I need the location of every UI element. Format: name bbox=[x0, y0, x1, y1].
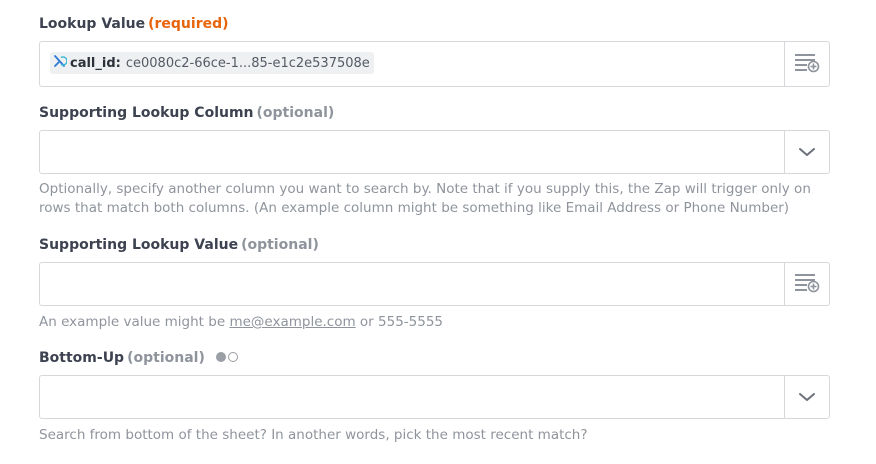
optional-tag: (optional) bbox=[241, 237, 319, 253]
optional-tag: (optional) bbox=[256, 105, 335, 121]
lookup-value-label: Lookup Value (required) bbox=[39, 14, 229, 34]
supporting-lookup-value-input[interactable] bbox=[39, 262, 830, 306]
example-email-link[interactable]: me@example.com bbox=[229, 314, 355, 330]
supporting-lookup-column-label: Supporting Lookup Column (optional) bbox=[39, 103, 334, 123]
optional-tag: (optional) bbox=[127, 350, 205, 366]
lookup-value-input[interactable]: call_id: ce0080c2-66ce-1...85-e1c2e53750… bbox=[39, 41, 830, 87]
toggle-on-dot bbox=[215, 352, 226, 362]
insert-data-button[interactable] bbox=[784, 263, 829, 305]
help-suffix-text: or 555-5555 bbox=[359, 314, 444, 330]
lookup-value-label-text: Lookup Value bbox=[39, 16, 146, 32]
help-prefix-text: An example value might be bbox=[39, 314, 226, 330]
bottom-up-label: Bottom-Up (optional) bbox=[39, 348, 238, 368]
dropdown-toggle-button[interactable] bbox=[784, 131, 829, 173]
zapier-step-icon bbox=[53, 54, 68, 72]
bottom-up-select[interactable] bbox=[39, 375, 830, 419]
insert-data-icon bbox=[794, 271, 820, 297]
call-id-pill[interactable]: call_id: ce0080c2-66ce-1...85-e1c2e53750… bbox=[50, 52, 374, 74]
insert-data-button[interactable] bbox=[784, 42, 829, 86]
supporting-lookup-column-help: Optionally, specify another column you w… bbox=[39, 181, 811, 216]
call-id-field-value: ce0080c2-66ce-1...85-e1c2e537508e bbox=[125, 55, 370, 71]
bottom-up-help: Search from bottom of the sheet? In anot… bbox=[39, 427, 588, 443]
chevron-down-icon bbox=[798, 388, 816, 407]
required-tag: (required) bbox=[148, 16, 229, 32]
supporting-lookup-column-select[interactable] bbox=[39, 130, 830, 174]
supporting-lookup-value-help: An example value might be me@example.com… bbox=[39, 313, 819, 332]
bottom-up-label-text: Bottom-Up bbox=[39, 350, 125, 366]
dropdown-toggle-button[interactable] bbox=[784, 376, 829, 418]
toggle-off-dot bbox=[227, 352, 238, 362]
supporting-lookup-column-label-text: Supporting Lookup Column bbox=[39, 105, 254, 121]
chevron-down-icon bbox=[798, 143, 816, 162]
call-id-field-name: call_id: bbox=[70, 55, 121, 71]
supporting-lookup-value-label: Supporting Lookup Value (optional) bbox=[39, 235, 319, 255]
insert-data-icon bbox=[794, 51, 820, 77]
boolean-toggle-icon[interactable] bbox=[215, 352, 238, 362]
supporting-lookup-value-label-text: Supporting Lookup Value bbox=[39, 237, 239, 253]
